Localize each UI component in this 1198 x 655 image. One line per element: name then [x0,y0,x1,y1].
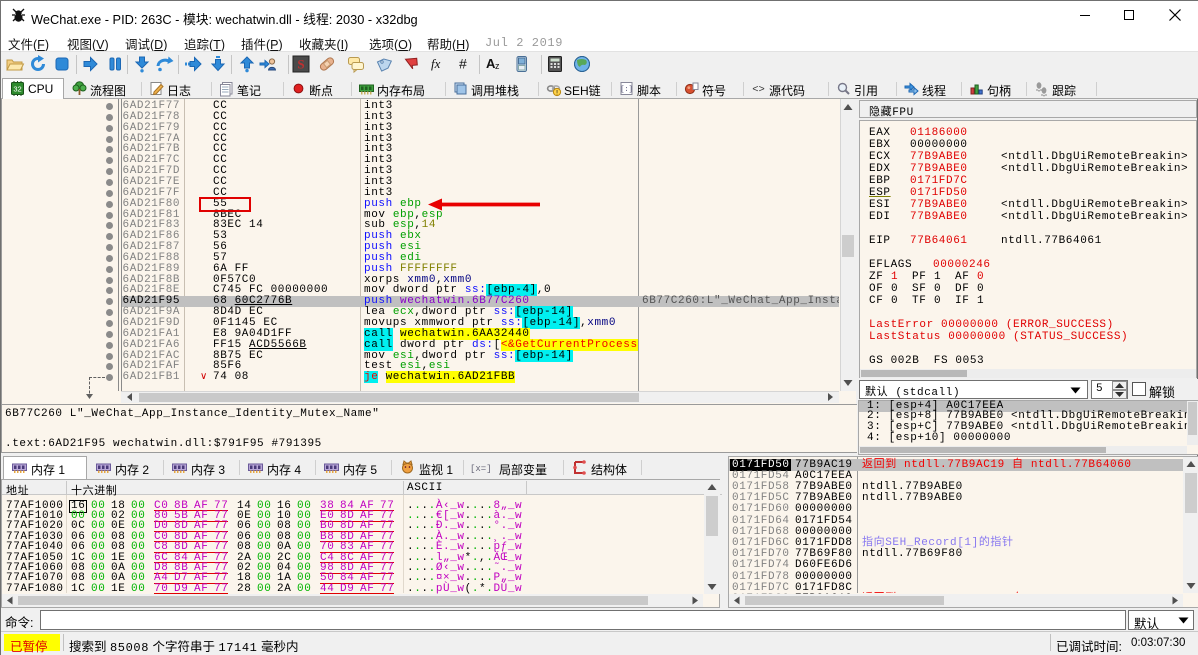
svg-text:#: # [459,56,467,72]
svg-text:32: 32 [13,85,21,94]
svg-text:fx: fx [431,56,441,71]
svg-text:[x=]: [x=] [470,464,492,474]
svg-text:!: ! [556,90,558,97]
svg-text:[:]: [:] [620,86,633,94]
svg-text:S: S [297,57,304,72]
svg-text:<>: <> [752,84,765,96]
svg-text:z: z [495,61,500,71]
